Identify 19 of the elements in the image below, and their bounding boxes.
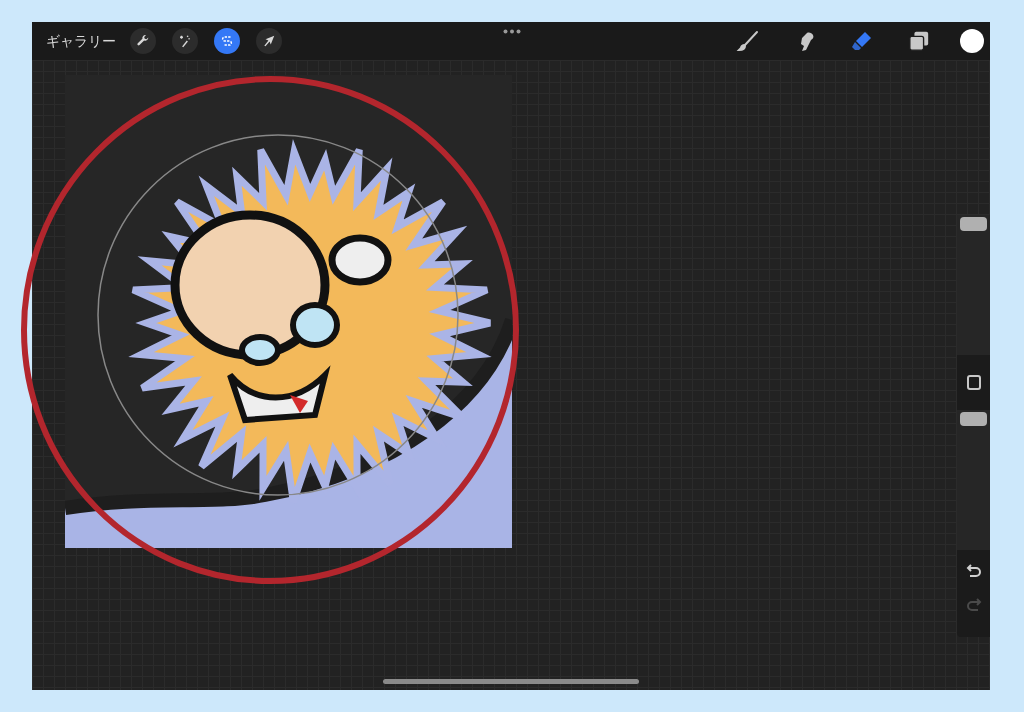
brush-icon [736,29,760,53]
gallery-button[interactable]: ギャラリー [46,30,116,52]
undo-icon [965,563,982,577]
color-swatch[interactable] [960,29,984,53]
tool-button[interactable] [130,28,156,54]
eraser-icon [850,29,874,53]
cursor-arrow-icon [262,34,276,48]
layers-icon [908,30,930,52]
selection-icon [220,34,234,48]
more-icon[interactable] [503,29,521,34]
redo-icon [965,597,982,611]
modify-button[interactable] [966,375,981,390]
tool-button[interactable] [214,28,240,54]
magic-wand-icon [178,34,192,48]
tool-button[interactable] [172,28,198,54]
wrench-icon [136,34,150,48]
slider-thumb[interactable] [960,217,987,231]
slider-thumb[interactable] [960,412,987,426]
tool-button[interactable] [256,28,282,54]
